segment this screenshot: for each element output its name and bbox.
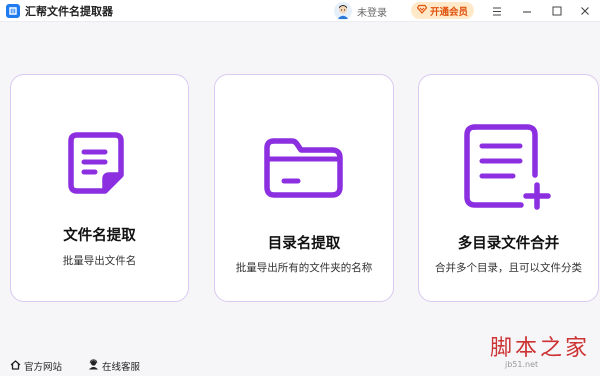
- watermark-text: 脚本之家: [490, 336, 591, 361]
- card-filename-extract[interactable]: 文件名提取 批量导出文件名: [10, 74, 189, 302]
- app-logo-icon: [6, 3, 20, 18]
- login-status-text: 未登录: [357, 7, 387, 19]
- user-login-area[interactable]: 未登录: [334, 2, 387, 20]
- card-title: 多目录文件合并: [457, 236, 560, 252]
- vip-button-label: 开通会员: [429, 6, 468, 18]
- online-support-link[interactable]: 在线客服: [88, 359, 140, 373]
- vip-button[interactable]: 开通会员: [411, 2, 474, 19]
- minimize-icon[interactable]: [512, 0, 542, 22]
- document-icon: [11, 129, 188, 199]
- list-add-icon: [419, 123, 598, 213]
- card-dirname-extract[interactable]: 目录名提取 批量导出所有的文件夹的名称: [214, 74, 394, 302]
- card-title: 文件名提取: [63, 228, 136, 244]
- app-title: 汇帮文件名提取器: [25, 4, 113, 18]
- card-description: 合并多个目录，且可以文件分类: [435, 262, 582, 274]
- home-icon: [10, 359, 21, 373]
- support-agent-icon: [88, 359, 99, 373]
- close-icon[interactable]: [570, 0, 600, 22]
- card-multi-dir-merge[interactable]: 多目录文件合并 合并多个目录，且可以文件分类: [418, 74, 599, 302]
- avatar-icon: [334, 2, 352, 20]
- card-title: 目录名提取: [267, 236, 341, 252]
- vip-gem-icon: [416, 4, 428, 17]
- menu-icon[interactable]: [482, 0, 512, 22]
- card-description: 批量导出文件名: [62, 255, 137, 267]
- maximize-icon[interactable]: [542, 0, 572, 22]
- card-description: 批量导出所有的文件夹的名称: [235, 262, 373, 274]
- watermark-sub-text: jb51.net: [505, 360, 539, 369]
- online-support-label: 在线客服: [102, 362, 141, 373]
- official-website-label: 官方网站: [24, 362, 63, 373]
- folder-icon: [215, 135, 393, 201]
- official-website-link[interactable]: 官方网站: [10, 359, 62, 373]
